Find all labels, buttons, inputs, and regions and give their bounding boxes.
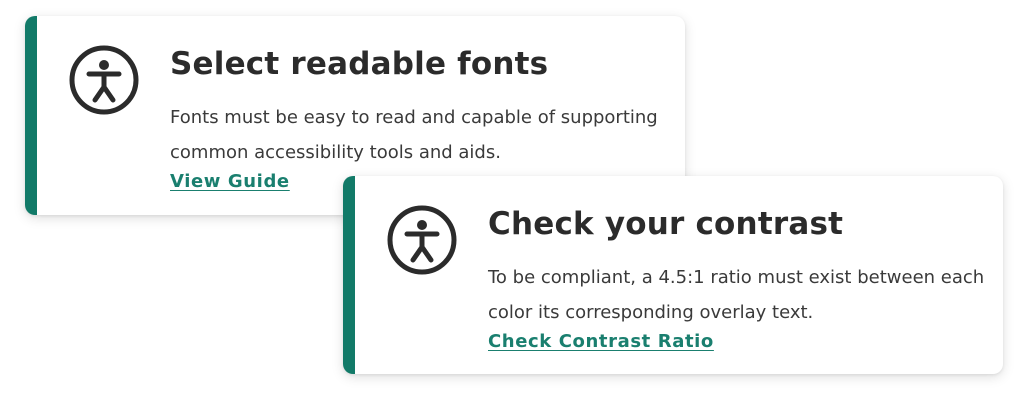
card-description: Fonts must be easy to read and capable o… [170,107,658,163]
guide-card-check-contrast: Check your contrast To be compliant, a 4… [343,176,1003,374]
accessibility-icon [386,204,458,276]
check-contrast-ratio-link[interactable]: Check Contrast Ratio [488,331,714,352]
view-guide-link[interactable]: View Guide [170,171,290,192]
card-accent-bar [25,16,37,215]
card-description: To be compliant, a 4.5:1 ratio must exis… [488,267,985,323]
card-accent-bar [343,176,355,374]
card-title: Select readable fonts [170,46,549,82]
accessibility-icon [68,44,140,116]
card-title: Check your contrast [488,206,844,242]
